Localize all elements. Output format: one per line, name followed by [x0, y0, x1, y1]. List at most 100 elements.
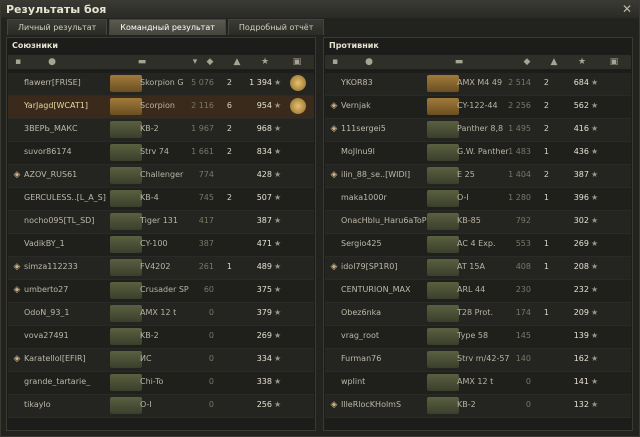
player-col-icon[interactable]: ● [46, 56, 58, 68]
xp-value: 968 [256, 124, 272, 133]
table-row[interactable]: wplint AMX 12 t 0 141 ★ [325, 372, 631, 395]
table-row[interactable]: 3ВЕРЬ_МАКС KB-2 1 967 2 968 ★ [8, 119, 314, 142]
player-name[interactable]: Furman76 [341, 354, 441, 363]
damage-value: 1 280 [508, 193, 531, 202]
player-name[interactable]: CENTURION_MAX [341, 285, 441, 294]
tank-icon [427, 351, 459, 368]
table-row[interactable]: Sergio425 AC 4 Exp. 553 1 269 ★ [325, 234, 631, 257]
player-name[interactable]: suvor86174 [24, 147, 124, 156]
player-name[interactable]: OnacHblu_Haru6aToP [341, 216, 441, 225]
player-name[interactable]: OdoN_93_1 [24, 308, 124, 317]
frags-value: 2 [226, 78, 232, 87]
tank-icon [110, 121, 142, 138]
damage-col-icon[interactable]: ◆ [521, 56, 533, 68]
table-row[interactable]: Furman76 Strv m/42-57 140 162 ★ [325, 349, 631, 372]
player-name[interactable]: vova27491 [24, 331, 124, 340]
table-row[interactable]: OnacHblu_Haru6aToP KB-85 792 302 ★ [325, 211, 631, 234]
player-name[interactable]: Sergio425 [341, 239, 441, 248]
medal-col-icon[interactable]: ▣ [291, 56, 303, 68]
table-row[interactable]: maka1000r O-I 1 280 1 396 ★ [325, 188, 631, 211]
table-row[interactable]: MoJlnu9l G.W. Panther 1 483 1 436 ★ [325, 142, 631, 165]
table-row[interactable]: ◈ umberto27 Crusader SP 60 375 ★ [8, 280, 314, 303]
table-row[interactable]: OdoN_93_1 AMX 12 t 0 379 ★ [8, 303, 314, 326]
table-row[interactable]: CENTURION_MAX ARL 44 230 232 ★ [325, 280, 631, 303]
player-name[interactable]: 111sergei5 [341, 124, 441, 133]
player-name[interactable]: simza112233 [24, 262, 124, 271]
table-row[interactable]: vrag_root Type 58 145 139 ★ [325, 326, 631, 349]
tab-detailed[interactable]: Подробный отчёт [227, 19, 325, 35]
player-name[interactable]: idol79[SP1R0] [341, 262, 441, 271]
table-row[interactable]: ◈ ilin_88_se..[WIDI] E 25 1 404 2 387 ★ [325, 165, 631, 188]
frags-col-icon[interactable]: ▲ [548, 56, 560, 68]
player-name[interactable]: MoJlnu9l [341, 147, 441, 156]
squad-col-icon[interactable]: ▪ [329, 56, 341, 68]
tank-col-icon[interactable]: ▬ [453, 56, 465, 68]
xp-value: 387 [256, 216, 272, 225]
table-row[interactable]: YKOR83 AMX M4 49 2 514 2 684 ★ [325, 73, 631, 96]
table-row[interactable]: ◈ 111sergei5 Panther 8,8 1 495 2 416 ★ [325, 119, 631, 142]
player-name[interactable]: umberto27 [24, 285, 124, 294]
xp-col-icon[interactable]: ★ [259, 56, 271, 68]
damage-value: 553 [515, 239, 531, 248]
table-row[interactable]: ◈ Vernjak CY-122-44 2 256 2 562 ★ [325, 96, 631, 119]
sort-col-icon[interactable]: ▾ [189, 56, 201, 68]
player-name[interactable]: flawerr[FRISE] [24, 78, 124, 87]
player-name[interactable]: GERCULESS..[L_A_S] [24, 193, 124, 202]
frags-value: 1 [543, 147, 549, 156]
damage-col-icon[interactable]: ◆ [204, 56, 216, 68]
player-name[interactable]: nocho095[TL_SD] [24, 216, 124, 225]
table-row[interactable]: Obez6nka T28 Prot. 174 1 209 ★ [325, 303, 631, 326]
tank-icon [110, 351, 142, 368]
player-name[interactable]: vrag_root [341, 331, 441, 340]
player-name[interactable]: YKOR83 [341, 78, 441, 87]
player-name[interactable]: VadikBY_1 [24, 239, 124, 248]
medal-col-icon[interactable]: ▣ [608, 56, 620, 68]
table-row[interactable]: suvor86174 Strv 74 1 661 2 834 ★ [8, 142, 314, 165]
player-name[interactable]: Karatellol[EFIR] [24, 354, 124, 363]
player-name[interactable]: YarJagd[WCAT1] [24, 101, 124, 110]
squad-col-icon[interactable]: ▪ [12, 56, 24, 68]
medal-icon[interactable] [290, 98, 306, 114]
tab-personal[interactable]: Личный результат [7, 19, 108, 35]
medal-icon[interactable] [290, 75, 306, 91]
table-row[interactable]: YarJagd[WCAT1] Scorpion 2 116 6 954 ★ [8, 96, 314, 119]
frags-col-icon[interactable]: ▲ [231, 56, 243, 68]
player-col-icon[interactable]: ● [363, 56, 375, 68]
table-row[interactable]: vova27491 KB-2 0 269 ★ [8, 326, 314, 349]
player-name[interactable]: Obez6nka [341, 308, 441, 317]
player-name[interactable]: IlleRlocKHolmS [341, 400, 441, 409]
player-name[interactable]: 3ВЕРЬ_МАКС [24, 124, 124, 133]
table-row[interactable]: ◈ simza112233 FV4202 261 1 489 ★ [8, 257, 314, 280]
player-name[interactable]: Vernjak [341, 101, 441, 110]
tank-col-icon[interactable]: ▬ [136, 56, 148, 68]
xp-col-icon[interactable]: ★ [576, 56, 588, 68]
table-row[interactable]: ◈ idol79[SP1R0] AT 15A 408 1 208 ★ [325, 257, 631, 280]
table-row[interactable]: flawerr[FRISE] Skorpion G 5 076 2 1 394 ★ [8, 73, 314, 96]
player-name[interactable]: AZOV_RUS61 [24, 170, 124, 179]
table-row[interactable]: tikaylo O-I 0 256 ★ [8, 395, 314, 418]
tab-team[interactable]: Командный результат [109, 19, 226, 35]
allies-title: Союзники [12, 41, 58, 50]
xp-value: 436 [573, 147, 589, 156]
close-icon[interactable]: ✕ [621, 3, 633, 15]
tank-icon [427, 167, 459, 184]
damage-value: 145 [515, 331, 531, 340]
table-row[interactable]: nocho095[TL_SD] Tiger 131 417 387 ★ [8, 211, 314, 234]
damage-value: 230 [515, 285, 531, 294]
tank-icon [110, 282, 142, 299]
player-name[interactable]: tikaylo [24, 400, 124, 409]
player-name[interactable]: maka1000r [341, 193, 441, 202]
player-name[interactable]: ilin_88_se..[WIDI] [341, 170, 441, 179]
damage-value: 5 076 [191, 78, 214, 87]
xp-star-icon: ★ [591, 331, 599, 340]
table-row[interactable]: ◈ Karatellol[EFIR] ИС 0 334 ★ [8, 349, 314, 372]
player-name[interactable]: wplint [341, 377, 441, 386]
table-row[interactable]: grande_tartarie_ Chi-To 0 338 ★ [8, 372, 314, 395]
table-row[interactable]: GERCULESS..[L_A_S] KB-4 745 2 507 ★ [8, 188, 314, 211]
frags-value: 1 [543, 262, 549, 271]
table-row[interactable]: VadikBY_1 CY-100 387 471 ★ [8, 234, 314, 257]
player-name[interactable]: grande_tartarie_ [24, 377, 124, 386]
table-row[interactable]: ◈ AZOV_RUS61 Challenger 774 428 ★ [8, 165, 314, 188]
frags-value: 2 [226, 124, 232, 133]
table-row[interactable]: ◈ IlleRlocKHolmS KB-2 0 132 ★ [325, 395, 631, 418]
